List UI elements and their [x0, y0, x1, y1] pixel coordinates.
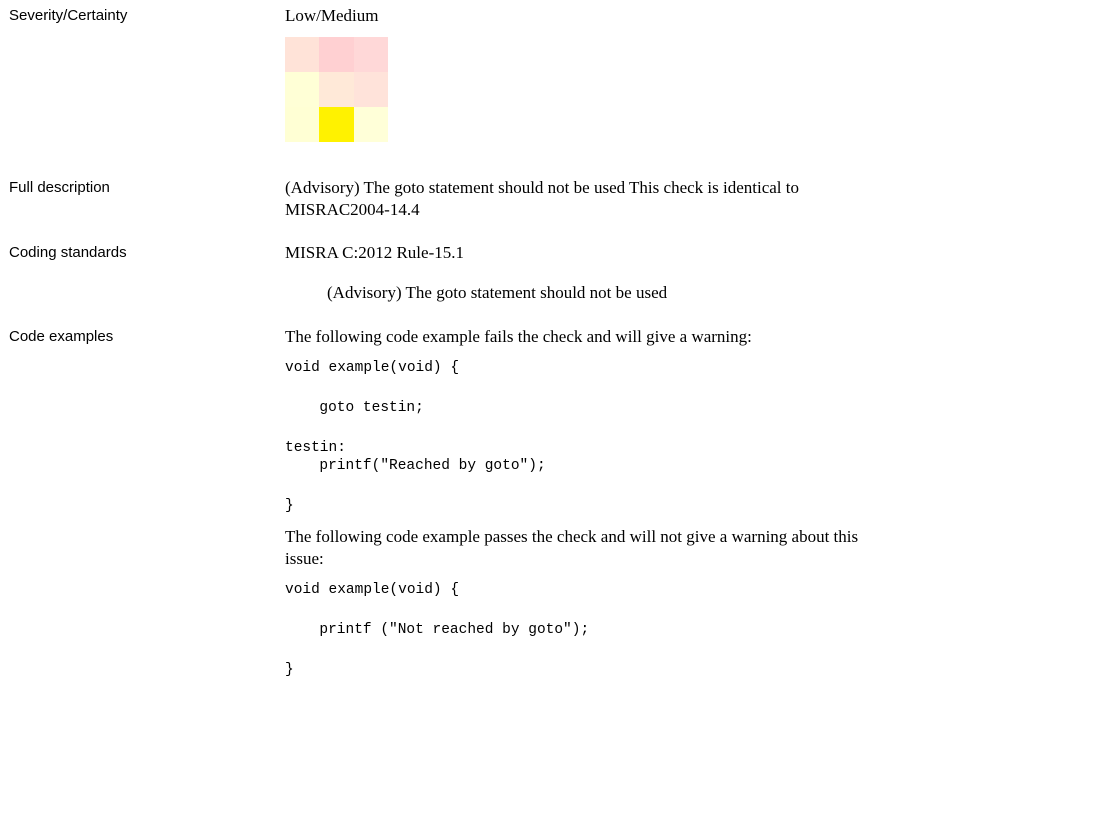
matrix-cell-highlighted [319, 107, 354, 142]
pass-example-intro-line-2: issue: [285, 549, 324, 568]
fail-code-line: testin: [285, 440, 346, 456]
matrix-cell [319, 37, 354, 72]
matrix-cell [354, 37, 388, 72]
fail-code-line: printf("Reached by goto"); [302, 458, 546, 474]
pass-code-line: printf ("Not reached by goto"); [302, 622, 590, 638]
matrix-cell [354, 107, 388, 142]
matrix-cell [319, 72, 354, 107]
fail-code-line: } [285, 498, 294, 514]
code-examples-label: Code examples [9, 328, 114, 345]
full-description-label: Full description [9, 179, 110, 196]
severity-certainty-label: Severity/Certainty [9, 7, 128, 24]
fail-code-line: void example(void) { [285, 360, 460, 376]
coding-standard-rule-text: (Advisory) The goto statement should not… [327, 283, 668, 302]
pass-code-line: } [285, 662, 294, 678]
matrix-cell [285, 37, 319, 72]
pass-example-intro-line-1: The following code example passes the ch… [285, 527, 859, 546]
fail-code-line: goto testin; [302, 400, 424, 416]
coding-standard-rule: MISRA C:2012 Rule-15.1 [285, 243, 464, 262]
matrix-cell [354, 72, 388, 107]
severity-certainty-value: Low/Medium [285, 6, 379, 25]
full-description-line-1: (Advisory) The goto statement should not… [285, 178, 800, 197]
matrix-cell [285, 107, 319, 142]
full-description-line-2: MISRAC2004-14.4 [285, 200, 420, 219]
pass-code-line: void example(void) { [285, 582, 460, 598]
coding-standards-label: Coding standards [9, 244, 127, 261]
matrix-cell [285, 72, 319, 107]
severity-certainty-matrix [285, 37, 388, 142]
fail-example-intro: The following code example fails the che… [285, 327, 752, 346]
